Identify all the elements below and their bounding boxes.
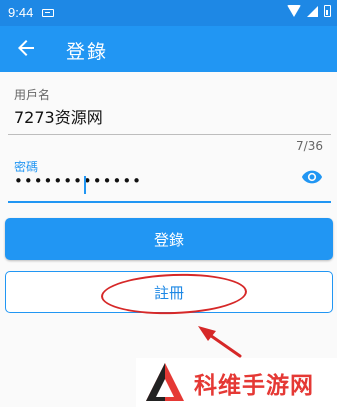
- status-time: 9:44: [8, 5, 34, 20]
- status-icons: [287, 5, 331, 17]
- login-button-label: 登錄: [153, 230, 184, 249]
- wifi-icon: [287, 5, 301, 17]
- watermark-text: 科维手游网: [194, 372, 314, 399]
- character-counter: 7/36: [296, 139, 323, 153]
- password-underline: [8, 201, 331, 203]
- eye-icon[interactable]: [301, 169, 323, 185]
- username-field[interactable]: 7273资源网: [14, 104, 103, 128]
- status-bar: 9:44: [0, 0, 337, 26]
- text-cursor: [84, 176, 86, 194]
- watermark: 科维手游网: [136, 358, 337, 407]
- signal-icon: [307, 5, 318, 17]
- login-button[interactable]: 登錄: [5, 218, 333, 260]
- triangle-logo-icon: [146, 362, 184, 401]
- app-bar: 登錄: [0, 26, 337, 72]
- notification-icon: [42, 9, 54, 17]
- username-underline: [8, 134, 331, 135]
- password-field[interactable]: •••••••••••••: [14, 172, 142, 190]
- page-title: 登錄: [66, 41, 109, 63]
- username-label: 用戶名: [14, 88, 51, 102]
- arrow-left-icon[interactable]: [14, 36, 38, 60]
- battery-icon: [324, 5, 331, 17]
